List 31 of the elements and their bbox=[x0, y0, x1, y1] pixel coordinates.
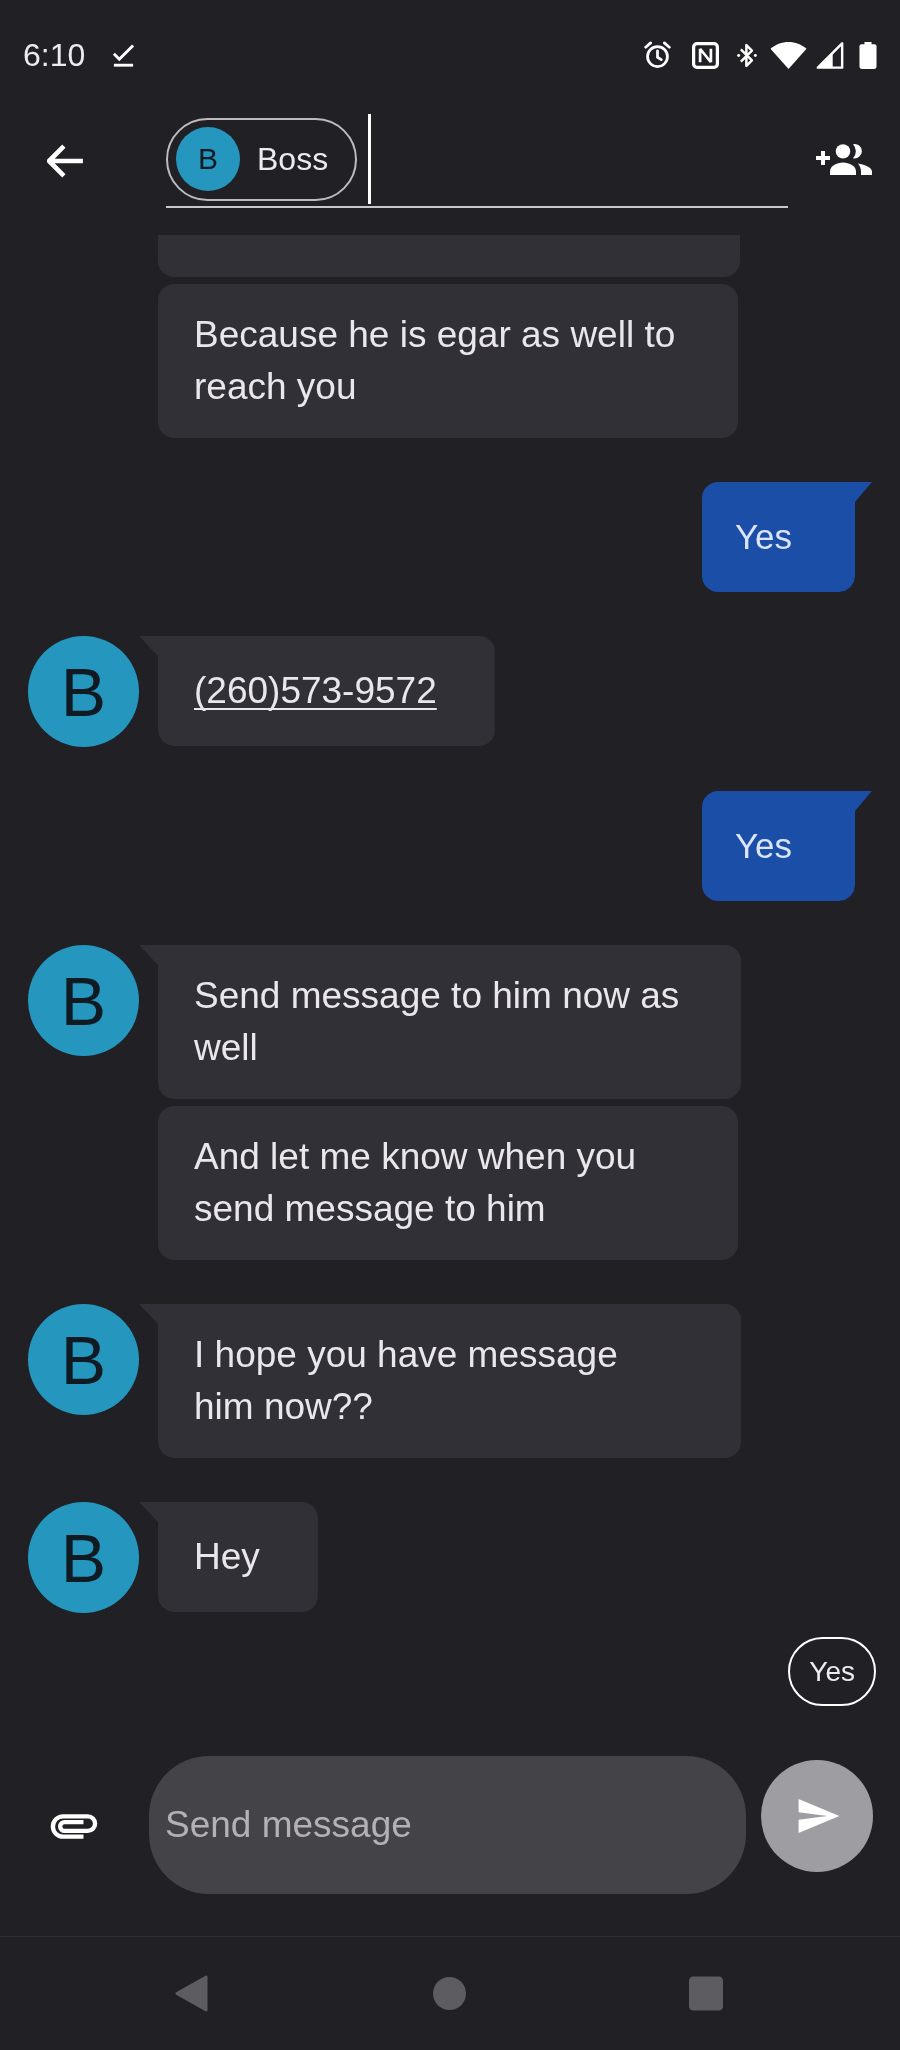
message-input[interactable]: Send message bbox=[149, 1756, 746, 1894]
contact-avatar: B bbox=[28, 1304, 139, 1415]
alarm-clock-icon bbox=[643, 41, 672, 69]
back-nav-icon[interactable] bbox=[175, 1975, 208, 2012]
signal-icon bbox=[816, 41, 844, 69]
recipient-chip[interactable]: B Boss bbox=[166, 117, 358, 201]
battery-icon bbox=[859, 41, 877, 69]
contact-avatar: B bbox=[28, 636, 139, 747]
wifi-icon bbox=[770, 41, 807, 69]
paperclip-icon[interactable] bbox=[50, 1812, 98, 1840]
message-text: Hey bbox=[194, 1535, 260, 1579]
message-text: Yes bbox=[734, 516, 792, 558]
message-text: Because he is egar as well to reach you bbox=[194, 313, 677, 409]
add-person-icon[interactable] bbox=[815, 143, 873, 175]
contact-avatar: B bbox=[28, 945, 139, 1056]
contact-avatar: B bbox=[28, 1502, 139, 1613]
phone-link[interactable]: (260)573-9572 bbox=[194, 665, 437, 717]
back-arrow-icon[interactable] bbox=[47, 144, 85, 178]
contact-avatar: B bbox=[176, 127, 240, 191]
home-nav-icon[interactable] bbox=[433, 1977, 466, 2010]
message-text: I hope you have message him now?? bbox=[194, 1333, 619, 1429]
message-text: Send message to him now as well bbox=[194, 974, 681, 1070]
send-icon bbox=[798, 1799, 840, 1833]
suggestion-chip[interactable]: Yes bbox=[788, 1637, 876, 1706]
check-icon bbox=[111, 43, 137, 67]
status-time: 6:10 bbox=[23, 39, 86, 71]
message-text: And let me know when you send message to him bbox=[194, 1135, 638, 1231]
recipient-field[interactable]: B Boss bbox=[166, 114, 788, 208]
bluetooth-icon bbox=[737, 41, 757, 69]
nfc-icon bbox=[692, 41, 719, 69]
message-text: Yes bbox=[734, 825, 792, 867]
